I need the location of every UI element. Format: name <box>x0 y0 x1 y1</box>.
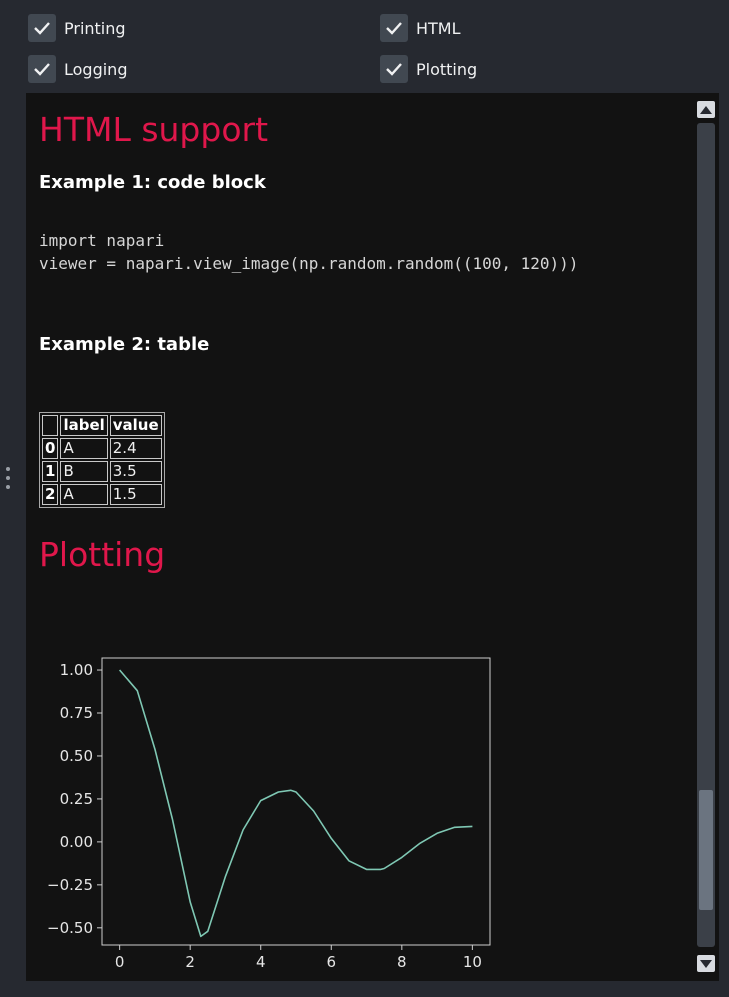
scroll-track[interactable] <box>697 123 715 947</box>
scroll-thumb[interactable] <box>699 790 713 910</box>
plotting-heading: Plotting <box>39 535 166 574</box>
table-index-cell: 0 <box>42 438 59 459</box>
y-tick-label: −0.50 <box>47 919 93 937</box>
logging-option[interactable]: Logging <box>28 55 127 83</box>
html-support-heading: HTML support <box>39 110 269 149</box>
y-tick-label: −0.25 <box>47 876 93 894</box>
table-index-cell: 2 <box>42 484 59 505</box>
line-plot: 0 2 4 6 8 10 1.00 0.75 0.50 0.25 0.00 −0.25 −0.50 <box>47 657 491 971</box>
x-tick-label: 4 <box>256 953 266 971</box>
table-header-cell <box>42 415 59 436</box>
logging-label: Logging <box>64 59 128 79</box>
dock-drag-handle[interactable] <box>6 467 12 495</box>
table-header-cell: label <box>60 415 108 436</box>
plotting-label: Plotting <box>416 59 478 79</box>
check-icon <box>34 63 50 76</box>
table-header-row: label value <box>42 415 162 436</box>
logging-checkbox[interactable] <box>28 55 56 83</box>
example2-heading: Example 2: table <box>39 334 210 355</box>
table-header-cell: value <box>109 415 162 436</box>
y-tick-label: 1.00 <box>60 661 93 679</box>
example1-heading: Example 1: code block <box>39 172 266 193</box>
x-tick-label: 6 <box>326 953 336 971</box>
output-console[interactable]: HTML support Example 1: code block impor… <box>26 93 719 981</box>
y-tick-label: 0.25 <box>60 790 93 808</box>
scroll-down-button[interactable] <box>697 955 715 972</box>
check-icon <box>386 63 402 76</box>
printing-option[interactable]: Printing <box>28 14 126 42</box>
y-tick-label: 0.75 <box>60 704 93 722</box>
table-cell: 3.5 <box>109 461 162 482</box>
table-cell: B <box>60 461 108 482</box>
code-line: viewer = napari.view_image(np.random.ran… <box>39 254 579 273</box>
table-cell: A <box>60 438 108 459</box>
y-tick-label: 0.50 <box>60 747 93 765</box>
check-icon <box>34 22 50 35</box>
html-option[interactable]: HTML <box>380 14 461 42</box>
arrow-up-icon <box>700 105 712 114</box>
output-options: Printing HTML Logging Plotting <box>0 0 729 92</box>
table-index-cell: 1 <box>42 461 59 482</box>
table-row: 2 A 1.5 <box>42 484 162 505</box>
arrow-down-icon <box>700 959 712 968</box>
vertical-scrollbar[interactable] <box>697 101 715 973</box>
plot-frame <box>101 657 491 946</box>
printing-label: Printing <box>64 18 126 38</box>
check-icon <box>386 22 402 35</box>
table-row: 1 B 3.5 <box>42 461 162 482</box>
html-label: HTML <box>416 18 461 38</box>
plotting-option[interactable]: Plotting <box>380 55 477 83</box>
series-line <box>118 669 473 938</box>
x-tick-label: 10 <box>463 953 482 971</box>
printing-checkbox[interactable] <box>28 14 56 42</box>
html-checkbox[interactable] <box>380 14 408 42</box>
code-line: import napari <box>39 231 165 250</box>
table-row: 0 A 2.4 <box>42 438 162 459</box>
x-tick-label: 0 <box>115 953 125 971</box>
table-cell: A <box>60 484 108 505</box>
y-tick-label: 0.00 <box>60 833 93 851</box>
table-cell: 2.4 <box>109 438 162 459</box>
x-tick-label: 8 <box>397 953 407 971</box>
data-table: label value 0 A 2.4 1 B 3.5 2 A 1.5 <box>39 412 165 508</box>
plotting-checkbox[interactable] <box>380 55 408 83</box>
x-tick-label: 2 <box>185 953 195 971</box>
code-block: import napari viewer = napari.view_image… <box>39 229 578 275</box>
scroll-up-button[interactable] <box>697 101 715 118</box>
table-cell: 1.5 <box>109 484 162 505</box>
